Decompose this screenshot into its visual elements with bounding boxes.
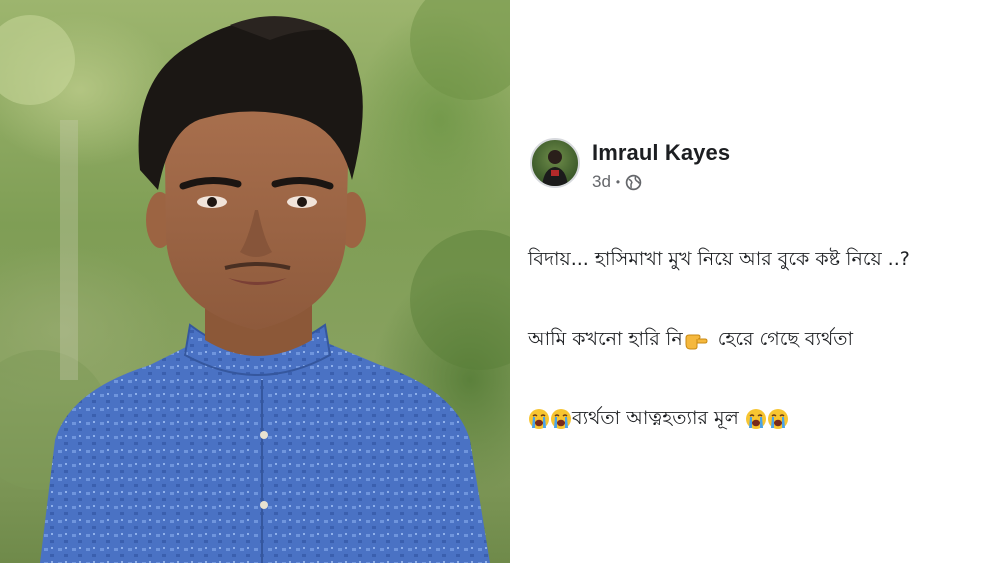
author-name[interactable]: Imraul Kayes [592, 140, 730, 166]
loudly-crying-face-emoji [529, 408, 549, 429]
post-text-line-2-start: আমি কখনো হারি নি [528, 328, 683, 350]
post-text-line-3-text: ব্যর্থতা আত্নহত্যার মূল [572, 407, 739, 429]
pointing-right-emoji [685, 334, 708, 349]
globe-icon[interactable] [625, 174, 642, 191]
post-timestamp[interactable]: 3d [592, 172, 611, 192]
post-meta: 3d • [592, 172, 730, 192]
loudly-crying-face-emoji [767, 408, 788, 429]
meta-separator: • [615, 175, 621, 189]
post-text-line-3: ব্যর্থতা আত্নহত্যার মূল [528, 404, 789, 436]
post-text-line-1: বিদায়... হাসিমাখা মুখ নিয়ে আর বুকে কষ্… [528, 248, 910, 270]
profile-photo [0, 0, 510, 563]
facebook-post: Imraul Kayes 3d • বিদায়... হাসিমাখা মুখ… [510, 0, 1000, 563]
author-avatar[interactable] [530, 138, 580, 188]
loudly-crying-face-emoji [745, 408, 766, 429]
post-text-line-2-end: হেরে গেছে ব্যর্থতা [711, 328, 854, 350]
loudly-crying-face-emoji [551, 408, 571, 429]
post-text-line-2: আমি কখনো হারি নি হেরে গেছে ব্যর্থতা [528, 325, 853, 357]
post-header: Imraul Kayes 3d • [530, 138, 730, 192]
avatar-person-icon [542, 150, 568, 186]
person-portrait-illustration [0, 0, 510, 563]
